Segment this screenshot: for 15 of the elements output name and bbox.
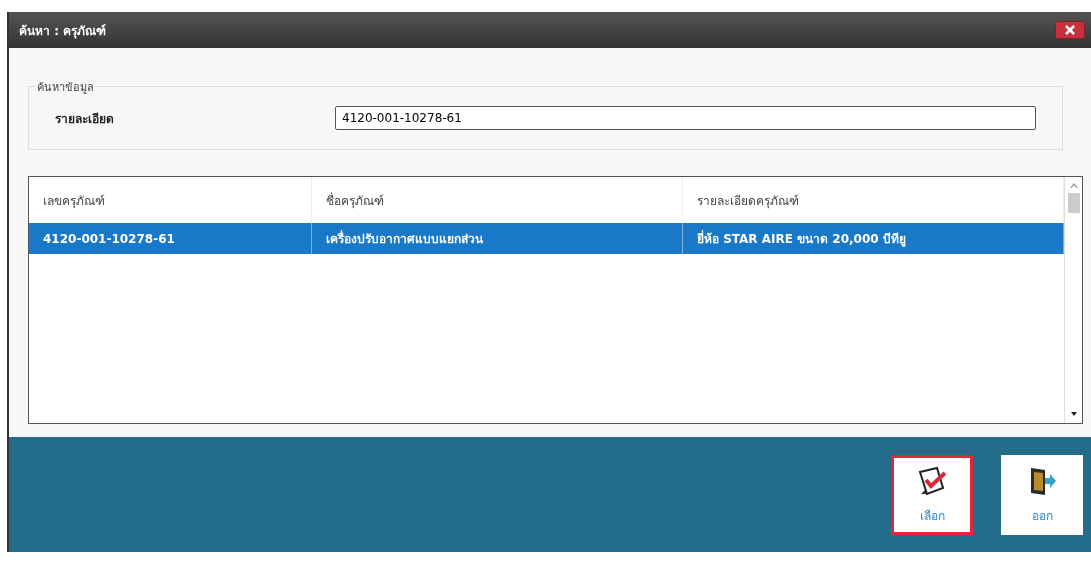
close-button[interactable] (1055, 21, 1085, 39)
table-row[interactable]: 4120-001-10278-61 เครื่องปรับอากาศแบบแยกส่วน ยี่ห้อ STAR AIRE ขนาด 20,000 บีทียู (29, 223, 1064, 254)
scroll-thumb[interactable] (1067, 193, 1080, 213)
table-cell: 4120-001-10278-61 (29, 223, 312, 254)
window-title: ค้นหา : ครุภัณฑ์ (19, 22, 107, 40)
close-icon (1063, 24, 1077, 36)
table-cell: ยี่ห้อ STAR AIRE ขนาด 20,000 บีทียู (683, 223, 1064, 254)
scrollbar[interactable] (1064, 177, 1082, 423)
scroll-down-icon (1069, 411, 1078, 417)
exit-button[interactable]: ออก (1001, 454, 1083, 535)
table-cell: เครื่องปรับอากาศแบบแยกส่วน (312, 223, 683, 254)
select-button[interactable]: เลือก (891, 454, 973, 535)
field-label: รายละเอียด (55, 110, 115, 128)
detail-field[interactable]: 4120-001-10278-61 (335, 106, 1036, 130)
scroll-up-icon (1069, 183, 1078, 189)
